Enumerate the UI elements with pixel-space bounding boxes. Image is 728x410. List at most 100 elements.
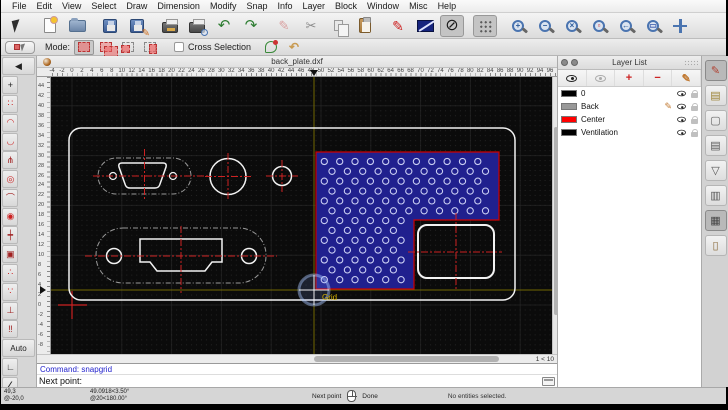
dock-clipboard-dock-icon[interactable]: ▯ (704, 235, 727, 256)
cross-selection-checkbox[interactable] (174, 42, 185, 52)
select-add-mode[interactable] (96, 40, 119, 58)
add-layer-button[interactable]: + (615, 70, 644, 86)
layer-visibility-icon[interactable] (677, 103, 686, 110)
panel-drag-handle[interactable] (684, 60, 698, 66)
drawing-canvas[interactable]: Grid (51, 77, 552, 354)
snap-center[interactable]: ◎ (2, 170, 19, 189)
menu-misc[interactable]: Misc (404, 0, 433, 13)
layer-lock-icon[interactable] (691, 115, 698, 124)
back-button[interactable]: ◀ (2, 57, 35, 76)
document-tab-bar: back_plate.dxf (37, 56, 557, 68)
snap-point-sequence[interactable]: ∴ (2, 263, 19, 282)
horizontal-scrollbar-thumb[interactable] (314, 356, 499, 362)
menu-block[interactable]: Block (330, 0, 362, 13)
menu-modify[interactable]: Modify (205, 0, 242, 13)
pen-tool-icon[interactable]: ✎ (386, 15, 410, 37)
selection-group-button[interactable] (5, 40, 35, 54)
snap-coordinate[interactable]: ∟ (2, 357, 19, 376)
menu-info[interactable]: Info (273, 0, 298, 13)
layer-row-0[interactable]: 0 (558, 87, 701, 100)
cut-icon[interactable]: ✂ (299, 15, 323, 37)
snap-free[interactable]: + (2, 76, 19, 95)
pointer-tool-icon[interactable] (5, 15, 29, 37)
zoom-pan-icon[interactable] (668, 15, 692, 37)
undo-icon[interactable]: ↶ (212, 15, 236, 37)
redo-icon[interactable]: ↷ (239, 15, 263, 37)
layer-visibility-icon[interactable] (677, 90, 686, 97)
select-intersect-mode[interactable] (118, 40, 138, 55)
menu-dimension[interactable]: Dimension (152, 0, 205, 13)
snap-endpoint[interactable]: ◠ (2, 113, 19, 132)
edit-pen-icon[interactable]: ✎ (272, 15, 296, 37)
menu-draw[interactable]: Draw (121, 0, 152, 13)
vertical-scrollbar[interactable] (552, 77, 558, 354)
vertical-scrollbar-thumb[interactable] (553, 126, 558, 316)
restrict-nothing[interactable]: ‼ (2, 320, 19, 339)
zoom-window-icon[interactable]: ▭ (641, 15, 665, 37)
zoom-window-red-icon[interactable]: ▫ (587, 15, 611, 37)
layer-visibility-icon[interactable] (677, 116, 686, 123)
dock-entity-list-icon[interactable]: ▤ (704, 135, 727, 156)
dock-layer-properties-icon[interactable]: ▦ (704, 210, 727, 231)
hide-all-layers-button[interactable] (586, 70, 616, 86)
restrict-orthogonal[interactable]: ⊥ (2, 301, 19, 320)
revert-selection-icon[interactable]: ↶ (289, 40, 299, 54)
snap-intersection[interactable]: ⋔ (2, 151, 19, 170)
copy-icon[interactable] (326, 15, 350, 37)
layer-lock-icon[interactable] (691, 128, 698, 137)
snap-distance[interactable]: ▣ (2, 245, 19, 264)
layer-visibility-icon[interactable] (677, 129, 686, 136)
dock-command-widget-icon[interactable]: ▥ (704, 185, 727, 206)
menu-file[interactable]: File (7, 0, 32, 13)
paste-icon[interactable] (353, 15, 377, 37)
cross-selection[interactable]: Cross Selection (174, 42, 251, 52)
command-options-icon[interactable] (542, 376, 555, 386)
snap-point-reverse[interactable]: ∵ (2, 282, 19, 301)
zoom-previous-icon[interactable]: ← (614, 15, 638, 37)
line-attributes-icon[interactable] (413, 15, 437, 37)
new-document-icon[interactable] (38, 15, 62, 37)
save-as-icon[interactable]: ✎ (125, 15, 150, 39)
dock-library-browser-icon[interactable]: ▢ (704, 110, 727, 131)
snap-on-entity[interactable]: ◡ (2, 132, 19, 151)
menu-window[interactable]: Window (362, 0, 404, 13)
select-window-mode[interactable] (74, 39, 95, 55)
snap-tangent[interactable]: ⌒ (2, 188, 19, 207)
print-icon[interactable] (158, 15, 182, 37)
layer-row-Center[interactable]: Center (558, 113, 701, 126)
dock-pen-palette-icon[interactable]: ✎ (704, 60, 727, 81)
command-input-row[interactable]: Next point: (37, 374, 557, 387)
layer-row-Ventilation[interactable]: Ventilation (558, 126, 701, 139)
snap-circle[interactable]: ◉ (2, 207, 19, 226)
layer-lock-icon[interactable] (691, 89, 698, 98)
deselect-contour-icon[interactable] (265, 40, 279, 53)
menu-view[interactable]: View (57, 0, 86, 13)
layer-lock-icon[interactable] (691, 102, 698, 111)
snap-auto[interactable]: Auto (2, 339, 35, 358)
command-history: Command: snapgrid (37, 363, 557, 374)
edit-layer-button[interactable]: ✎ (672, 70, 701, 86)
horizontal-scrollbar[interactable] (37, 355, 523, 363)
snap-grid[interactable]: ∷ (2, 94, 19, 113)
draft-mode-icon[interactable]: ⊘ (440, 14, 464, 37)
zoom-auto-icon[interactable]: × (560, 15, 584, 37)
document-tab-title[interactable]: back_plate.dxf (37, 57, 557, 66)
show-all-layers-button[interactable] (558, 70, 587, 86)
grid-toggle-icon[interactable] (473, 14, 497, 37)
menu-snap[interactable]: Snap (241, 0, 272, 13)
menu-help[interactable]: Help (433, 0, 462, 13)
remove-layer-button[interactable]: − (643, 70, 673, 86)
zoom-out-icon[interactable]: − (533, 15, 557, 37)
select-half-mode[interactable] (140, 40, 160, 55)
layer-row-Back[interactable]: Back ✎ (558, 100, 701, 113)
open-file-icon[interactable] (65, 15, 89, 37)
dock-entity-filter-icon[interactable]: ▽ (704, 160, 727, 181)
menu-edit[interactable]: Edit (32, 0, 58, 13)
zoom-in-icon[interactable]: + (506, 15, 530, 37)
menu-select[interactable]: Select (86, 0, 121, 13)
menu-layer[interactable]: Layer (298, 0, 331, 13)
print-preview-icon[interactable] (185, 15, 209, 37)
snap-middle[interactable]: ┿ (2, 226, 19, 245)
save-icon[interactable] (98, 15, 122, 37)
dock-block-list-icon[interactable]: ▤ (704, 85, 727, 106)
